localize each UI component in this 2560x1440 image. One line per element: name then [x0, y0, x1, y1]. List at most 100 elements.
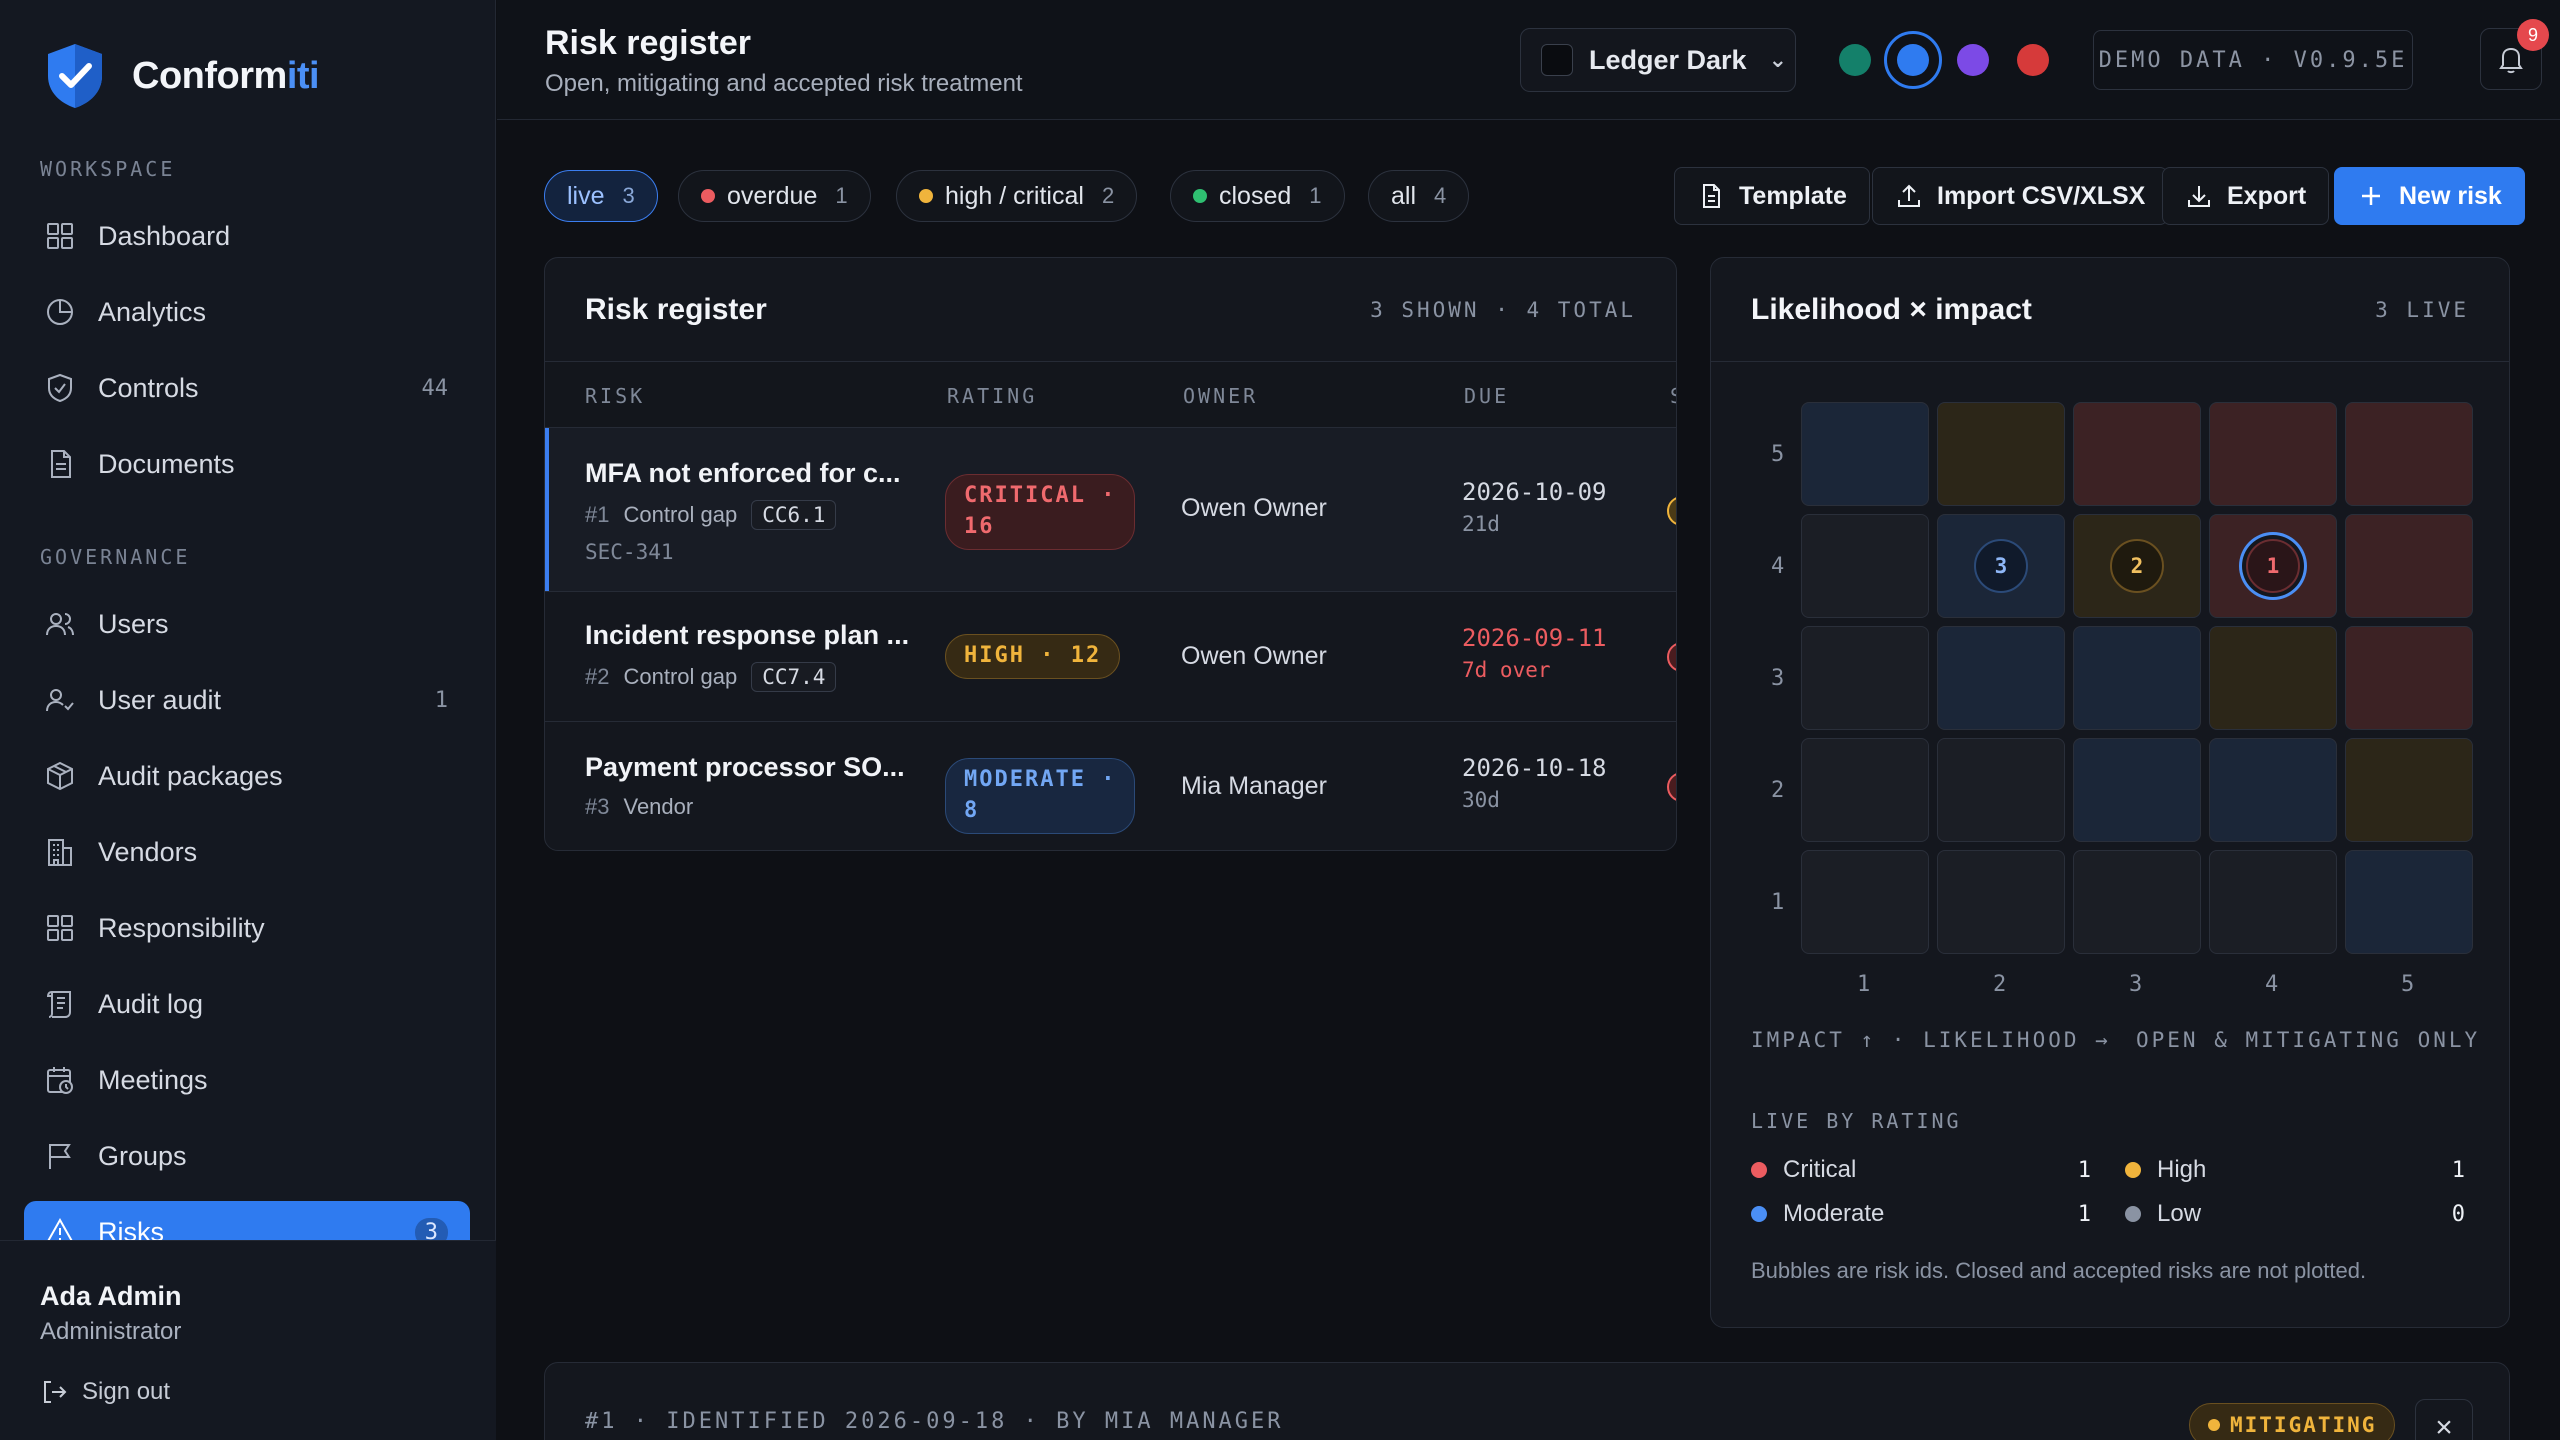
- accent-color-purple[interactable]: [1957, 44, 1989, 76]
- matrix-cell[interactable]: [1801, 626, 1929, 730]
- legend-high: High 1: [2125, 1156, 2465, 1184]
- matrix-cell[interactable]: [2073, 850, 2201, 954]
- demo-badge: DEMO DATA · V0.9.5E: [2093, 30, 2413, 90]
- sidebar-item-groups[interactable]: Groups: [24, 1125, 470, 1187]
- table-row[interactable]: Incident response plan ... #2 Control ga…: [545, 592, 1676, 722]
- user-role: Administrator: [40, 1318, 182, 1345]
- panel-title: Risk register: [585, 292, 767, 326]
- sidebar-item-label: Audit log: [98, 988, 204, 1019]
- matrix-cell[interactable]: [1801, 738, 1929, 842]
- package-icon: [47, 761, 73, 791]
- matrix-cell[interactable]: [1801, 402, 1929, 506]
- matrix-cell[interactable]: [1801, 514, 1929, 618]
- matrix-cell[interactable]: [2073, 626, 2201, 730]
- sidebar-item-controls[interactable]: Controls 44: [24, 357, 470, 419]
- status-dot: [2208, 1419, 2220, 1431]
- notifications-button[interactable]: 9: [2480, 19, 2549, 90]
- risk-bubble[interactable]: 3: [1974, 539, 2028, 593]
- column-owner[interactable]: OWNER: [1183, 384, 1258, 408]
- dashboard-icon: [47, 223, 73, 249]
- sidebar-item-audit-packages[interactable]: Audit packages: [24, 745, 470, 807]
- matrix-cell[interactable]: [2345, 514, 2473, 618]
- close-icon: ×: [2435, 1411, 2453, 1440]
- accent-color-red[interactable]: [2017, 44, 2049, 76]
- users-icon: [46, 613, 74, 636]
- column-risk[interactable]: RISK: [585, 384, 645, 408]
- sidebar-item-label: Controls: [98, 372, 199, 403]
- matrix-cell[interactable]: [2345, 626, 2473, 730]
- import-button[interactable]: Import CSV/XLSX: [1872, 167, 2169, 225]
- panel-title: Likelihood × impact: [1751, 292, 2032, 326]
- document-icon: [51, 450, 71, 478]
- sidebar-item-analytics[interactable]: Analytics: [24, 281, 470, 343]
- control-code[interactable]: CC7.4: [751, 662, 837, 692]
- matrix-cell[interactable]: [1937, 850, 2065, 954]
- template-button[interactable]: Template: [1674, 167, 1870, 225]
- matrix-cell[interactable]: [2209, 626, 2337, 730]
- matrix-cell[interactable]: [2209, 850, 2337, 954]
- grid-icon: [47, 915, 73, 941]
- control-code[interactable]: CC6.1: [751, 500, 837, 530]
- sidebar-item-dashboard[interactable]: Dashboard: [24, 205, 470, 267]
- sidebar-item-vendors[interactable]: Vendors: [24, 821, 470, 883]
- matrix-cell[interactable]: [2209, 738, 2337, 842]
- sidebar-item-responsibility[interactable]: Responsibility: [24, 897, 470, 959]
- rating-badge: CRITICAL · 16: [945, 474, 1136, 550]
- logout-icon: [44, 1381, 67, 1403]
- risk-due-date: 2026-09-11: [1462, 624, 1607, 652]
- matrix-cell[interactable]: [2345, 738, 2473, 842]
- new-risk-button[interactable]: New risk: [2334, 167, 2525, 225]
- y-axis-label: 2: [1771, 778, 1785, 803]
- filter-high-critical[interactable]: high / critical 2: [896, 170, 1138, 222]
- matrix-cell[interactable]: [1801, 850, 1929, 954]
- sidebar-item-audit-log[interactable]: Audit log: [24, 973, 470, 1035]
- table-row[interactable]: MFA not enforced for c... #1 Control gap…: [545, 428, 1676, 592]
- filter-closed[interactable]: closed 1: [1170, 170, 1345, 222]
- x-axis-label: 5: [2401, 972, 2415, 997]
- y-axis-label: 3: [1771, 666, 1785, 691]
- legend-critical: Critical 1: [1751, 1156, 2091, 1184]
- column-rating[interactable]: RATING: [947, 384, 1037, 408]
- page-title: Risk register: [545, 24, 751, 62]
- matrix-cell[interactable]: [2073, 402, 2201, 506]
- matrix-cell[interactable]: [1937, 626, 2065, 730]
- matrix-cell[interactable]: [1937, 738, 2065, 842]
- table-row[interactable]: Payment processor SO... #3 Vendor MODERA…: [545, 722, 1676, 850]
- sidebar-item-user-audit[interactable]: User audit 1: [24, 669, 470, 731]
- chevron-down-icon: ⌄: [1768, 47, 1787, 72]
- close-button[interactable]: ×: [2415, 1399, 2473, 1440]
- filter-live[interactable]: live 3: [544, 170, 658, 222]
- risk-due-relative: 7d over: [1462, 658, 1551, 682]
- accent-color-teal[interactable]: [1839, 44, 1871, 76]
- status-dot: [919, 189, 933, 203]
- matrix-cell[interactable]: [2345, 402, 2473, 506]
- matrix-cell[interactable]: [2073, 738, 2201, 842]
- filter-all[interactable]: all 4: [1368, 170, 1470, 222]
- flag-icon: [49, 1144, 71, 1169]
- matrix-cell[interactable]: [2209, 402, 2337, 506]
- sidebar-item-meetings[interactable]: Meetings: [24, 1049, 470, 1111]
- notification-count: 9: [2517, 19, 2549, 51]
- sidebar-item-count: 1: [434, 687, 448, 713]
- column-due[interactable]: DUE: [1464, 384, 1509, 408]
- matrix-cell[interactable]: [1937, 402, 2065, 506]
- theme-swatch: [1541, 44, 1573, 76]
- risk-bubble[interactable]: 1: [2246, 539, 2300, 593]
- scroll-icon: [46, 991, 71, 1018]
- sidebar-item-documents[interactable]: Documents: [24, 433, 470, 495]
- sidebar-item-label: Dashboard: [98, 220, 231, 251]
- risk-bubble[interactable]: 2: [2110, 539, 2164, 593]
- y-axis-label: 4: [1771, 554, 1785, 579]
- brand[interactable]: Conformiti: [44, 42, 320, 110]
- sign-out-link[interactable]: Sign out: [40, 1378, 456, 1406]
- theme-select[interactable]: Ledger Dark ⌄: [1520, 28, 1796, 92]
- accent-color-blue[interactable]: [1897, 44, 1929, 76]
- risk-owner: Owen Owner: [1181, 494, 1327, 522]
- column-status[interactable]: S: [1670, 384, 1676, 408]
- risk-register-panel: Risk register 3 SHOWN · 4 TOTAL RISK RAT…: [544, 257, 1677, 851]
- sidebar-item-users[interactable]: Users: [24, 593, 470, 655]
- sidebar-item-label: Vendors: [98, 836, 198, 867]
- matrix-cell[interactable]: [2345, 850, 2473, 954]
- filter-overdue[interactable]: overdue 1: [678, 170, 871, 222]
- export-button[interactable]: Export: [2162, 167, 2330, 225]
